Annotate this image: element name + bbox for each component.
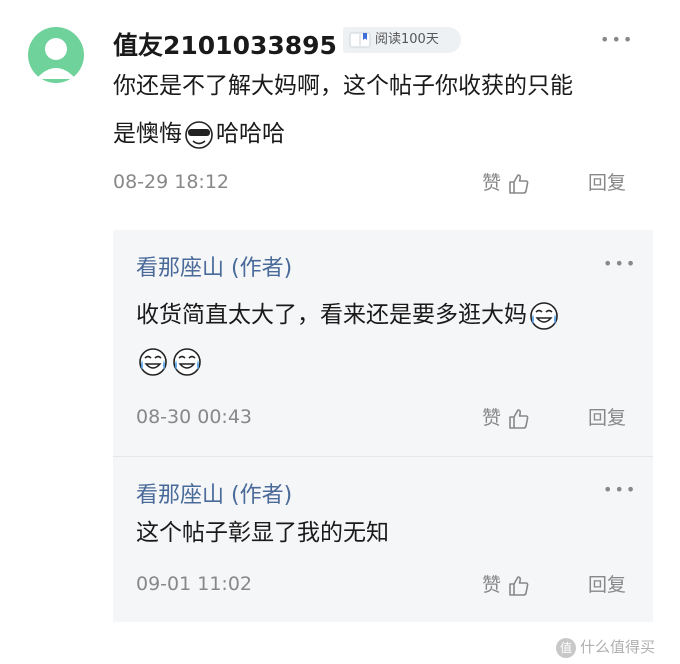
comment-text: 你还是不了解大妈啊，这个帖子你收获的只能 是懊悔 哈哈哈 <box>113 62 643 158</box>
more-icon[interactable]: ••• <box>603 256 637 272</box>
avatar[interactable] <box>28 27 84 83</box>
emoji-crying-laugh-icon <box>173 347 201 376</box>
reply-line-1: 收货简直太大了，看来还是要多逛大妈 <box>136 292 636 338</box>
reply-text: 收货简直太大了，看来还是要多逛大妈 <box>136 292 636 384</box>
like-button[interactable]: 赞 <box>482 171 531 196</box>
comment-timestamp: 08-29 18:12 <box>113 171 230 193</box>
avatar-placeholder-icon <box>36 38 76 79</box>
like-label: 赞 <box>482 407 502 429</box>
more-icon[interactable]: ••• <box>600 32 634 48</box>
reply-divider <box>113 456 653 457</box>
reply-line-1: 这个帖子彰显了我的无知 <box>136 520 389 546</box>
emoji-crying-laugh-icon <box>139 347 167 376</box>
comment-line-1: 你还是不了解大妈啊，这个帖子你收获的只能 <box>113 73 573 99</box>
reply-timestamp: 08-30 00:43 <box>136 406 253 428</box>
reply-timestamp: 09-01 11:02 <box>136 573 253 595</box>
emoji-sunglasses-icon <box>185 120 213 149</box>
reply-button[interactable]: 回复 <box>588 171 626 195</box>
thumbs-up-icon <box>509 408 529 429</box>
reply-author[interactable]: 看那座山 (作者) <box>136 250 292 282</box>
like-label: 赞 <box>482 172 502 194</box>
watermark-logo-icon: 值 <box>556 637 576 658</box>
more-icon[interactable]: ••• <box>603 482 637 498</box>
like-label: 赞 <box>482 574 502 596</box>
book-badge-icon <box>349 32 371 48</box>
badge-label: 阅读100天 <box>375 32 439 47</box>
reply-button[interactable]: 回复 <box>588 406 626 430</box>
reply-line-1-text: 收货简直太大了，看来还是要多逛大妈 <box>136 302 527 328</box>
emoji-crying-laugh-icon <box>530 301 558 330</box>
like-button[interactable]: 赞 <box>482 573 531 598</box>
comment-line-2: 是懊悔 哈哈哈 <box>113 110 643 158</box>
watermark-text: 什么值得买 <box>580 638 656 656</box>
comment-line-2-suffix: 哈哈哈 <box>216 121 285 147</box>
thumbs-up-icon <box>509 173 529 194</box>
comment-line-2-text: 是懊悔 <box>113 121 182 147</box>
reply-author[interactable]: 看那座山 (作者) <box>136 477 292 509</box>
comment-username[interactable]: 值友2101033895 <box>113 26 337 62</box>
reply-line-2 <box>136 338 636 384</box>
like-button[interactable]: 赞 <box>482 406 531 431</box>
watermark: 值什么值得买 <box>556 636 655 658</box>
reply-text: 这个帖子彰显了我的无知 <box>136 510 636 556</box>
reading-badge: 阅读100天 <box>343 27 461 53</box>
thumbs-up-icon <box>509 575 529 596</box>
reply-button[interactable]: 回复 <box>588 573 626 597</box>
